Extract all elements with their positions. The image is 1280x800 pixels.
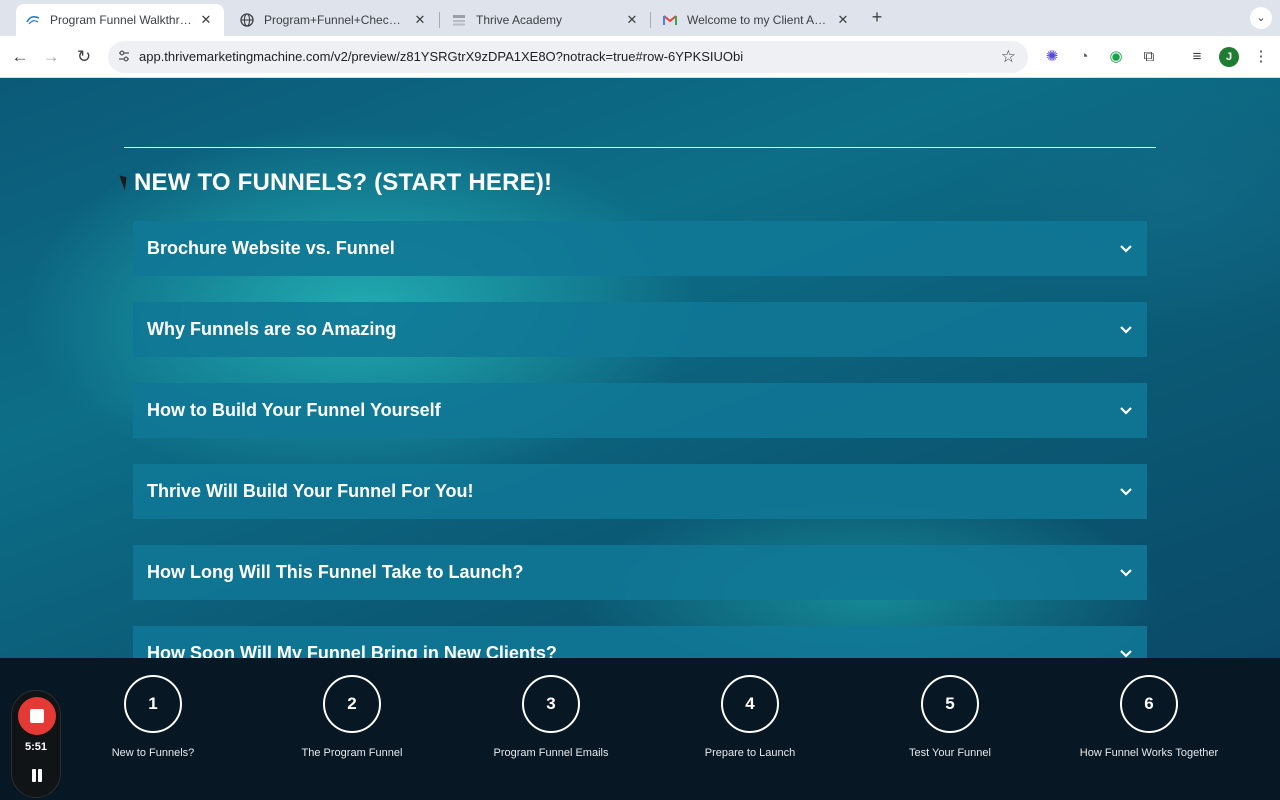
tab-strip: Program Funnel Walkthrough ✕ Program+Fun… xyxy=(0,0,1280,36)
tab-program-funnel-walkthrough[interactable]: Program Funnel Walkthrough ✕ xyxy=(16,4,224,36)
new-tab-icon[interactable]: + xyxy=(868,8,886,26)
tab-search-chevron-icon[interactable]: ⌄ xyxy=(1250,7,1272,29)
chevron-down-icon xyxy=(1119,404,1133,418)
tab-separator xyxy=(650,12,651,28)
mouse-cursor-icon xyxy=(119,173,131,191)
accordion-label: How Soon Will My Funnel Bring in New Cli… xyxy=(147,643,557,658)
section-divider xyxy=(124,147,1156,148)
chevron-down-icon xyxy=(1119,566,1133,580)
extension-sunburst-icon[interactable]: ✺ xyxy=(1041,46,1063,68)
step-4[interactable]: 4 Prepare to Launch xyxy=(650,675,850,775)
globe-icon xyxy=(240,13,254,27)
step-number: 5 xyxy=(921,675,979,733)
close-icon[interactable]: ✕ xyxy=(835,12,851,28)
accordion-item-new-clients[interactable]: How Soon Will My Funnel Bring in New Cli… xyxy=(133,626,1147,658)
tab-separator xyxy=(439,12,440,28)
media-queue-icon[interactable]: ≡ xyxy=(1186,46,1208,68)
step-label: Prepare to Launch xyxy=(704,747,796,759)
stop-icon xyxy=(30,709,44,723)
section-title: NEW TO FUNNELS? (START HERE)! xyxy=(134,169,553,196)
tab-title: Program+Funnel+Checklist.p xyxy=(264,13,406,27)
thrive-academy-icon xyxy=(452,13,466,27)
step-label: Test Your Funnel xyxy=(909,747,991,759)
browser-toolbar: ← → ↻ app.thrivemarketingmachine.com/v2/… xyxy=(0,36,1280,78)
step-5[interactable]: 5 Test Your Funnel xyxy=(850,675,1050,775)
grammarly-icon[interactable]: ◉ xyxy=(1105,46,1127,68)
close-icon[interactable]: ✕ xyxy=(624,12,640,28)
accordion-item-launch-time[interactable]: How Long Will This Funnel Take to Launch… xyxy=(133,545,1147,600)
tab-gmail[interactable]: Welcome to my Client Attracti ✕ xyxy=(653,4,861,36)
browser-menu-icon[interactable]: ⋮ xyxy=(1250,46,1272,68)
reload-icon[interactable]: ↻ xyxy=(72,45,96,69)
chevron-down-icon xyxy=(1119,242,1133,256)
step-label: How Funnel Works Together xyxy=(1079,747,1219,759)
accordion-label: Why Funnels are so Amazing xyxy=(147,319,397,339)
thrive-logo-icon xyxy=(26,13,40,27)
chevron-down-icon xyxy=(1119,323,1133,337)
recording-timer: 5:51 xyxy=(24,741,48,753)
step-label: The Program Funnel xyxy=(301,747,403,759)
close-icon[interactable]: ✕ xyxy=(198,12,214,28)
extensions-puzzle-icon[interactable]: ⧉ xyxy=(1138,46,1160,68)
address-bar[interactable]: app.thrivemarketingmachine.com/v2/previe… xyxy=(108,41,1028,73)
accordion-label: How to Build Your Funnel Yourself xyxy=(147,400,441,420)
profile-avatar[interactable]: J xyxy=(1219,47,1239,67)
step-number: 1 xyxy=(124,675,182,733)
gmail-icon xyxy=(663,13,677,27)
accordion-item-thrive-builds[interactable]: Thrive Will Build Your Funnel For You! xyxy=(133,464,1147,519)
step-number: 3 xyxy=(522,675,580,733)
step-6[interactable]: 6 How Funnel Works Together xyxy=(1049,675,1249,775)
url-text: app.thrivemarketingmachine.com/v2/previe… xyxy=(139,49,744,64)
accordion-label: Thrive Will Build Your Funnel For You! xyxy=(147,481,474,501)
step-number: 6 xyxy=(1120,675,1178,733)
site-settings-icon[interactable] xyxy=(116,49,132,65)
chevron-down-icon xyxy=(1119,647,1133,659)
screen-recorder-widget: 5:51 xyxy=(11,690,61,798)
tab-checklist[interactable]: Program+Funnel+Checklist.p ✕ xyxy=(230,4,438,36)
pause-icon[interactable] xyxy=(30,769,44,783)
step-number: 2 xyxy=(323,675,381,733)
accordion-label: How Long Will This Funnel Take to Launch… xyxy=(147,562,524,582)
accordion-item-build-yourself[interactable]: How to Build Your Funnel Yourself xyxy=(133,383,1147,438)
extension-loader-icon[interactable]: ◔ xyxy=(1073,46,1095,68)
forward-arrow-icon[interactable]: → xyxy=(39,45,63,69)
tab-title: Thrive Academy xyxy=(476,13,563,27)
accordion-label: Brochure Website vs. Funnel xyxy=(147,238,395,258)
chevron-down-icon xyxy=(1119,485,1133,499)
step-3[interactable]: 3 Program Funnel Emails xyxy=(451,675,651,775)
step-1[interactable]: 1 New to Funnels? xyxy=(53,675,253,775)
step-number: 4 xyxy=(721,675,779,733)
page-content: NEW TO FUNNELS? (START HERE)! Brochure W… xyxy=(0,78,1280,658)
close-icon[interactable]: ✕ xyxy=(412,12,428,28)
back-arrow-icon[interactable]: ← xyxy=(8,45,32,69)
tab-title: Program Funnel Walkthrough xyxy=(50,13,192,27)
tab-title: Welcome to my Client Attracti xyxy=(687,13,829,27)
step-navigation-bar: 1 New to Funnels? 2 The Program Funnel 3… xyxy=(0,658,1280,800)
step-label: New to Funnels? xyxy=(111,747,195,759)
accordion-item-why-funnels[interactable]: Why Funnels are so Amazing xyxy=(133,302,1147,357)
tab-thrive-academy[interactable]: Thrive Academy ✕ xyxy=(442,4,650,36)
stop-recording-button[interactable] xyxy=(18,697,56,735)
step-label: Program Funnel Emails xyxy=(493,747,609,759)
bookmark-star-icon[interactable]: ☆ xyxy=(1001,47,1016,67)
step-2[interactable]: 2 The Program Funnel xyxy=(252,675,452,775)
accordion-item-brochure-vs-funnel[interactable]: Brochure Website vs. Funnel xyxy=(133,221,1147,276)
